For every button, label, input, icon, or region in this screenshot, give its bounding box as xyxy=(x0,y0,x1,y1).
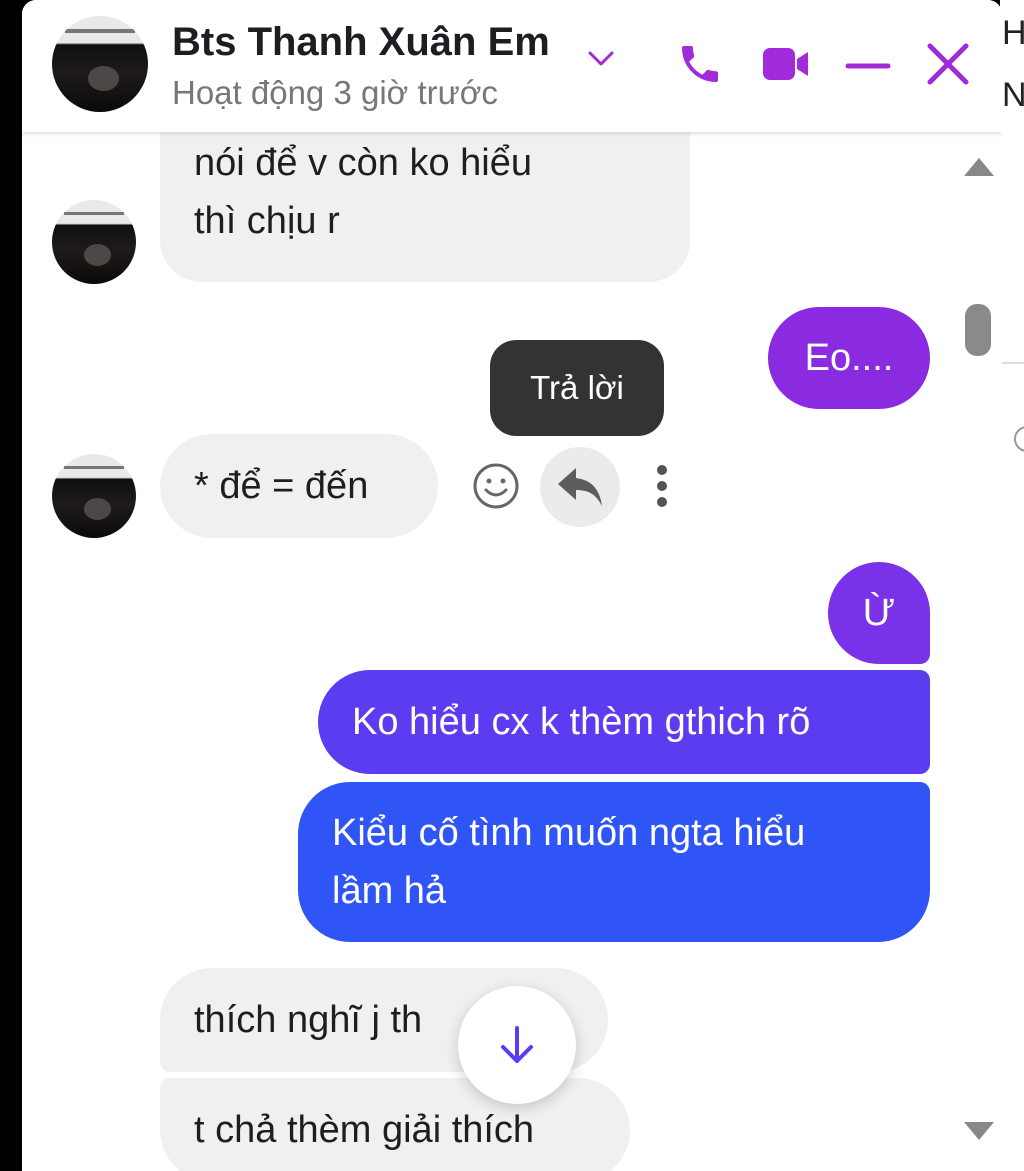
message-text: Ko hiểu cx k thèm gthich rõ xyxy=(352,701,811,743)
avatar[interactable] xyxy=(52,200,136,284)
close-button[interactable] xyxy=(920,36,976,92)
scrollbar-thumb[interactable] xyxy=(965,304,991,356)
close-icon xyxy=(927,43,969,85)
message-text: nói để v còn ko hiểu xyxy=(194,142,533,184)
more-vertical-icon xyxy=(657,465,667,507)
chat-window: Bts Thanh Xuân Em Hoạt động 3 giờ trước xyxy=(22,0,1002,1171)
message-text: lầm hả xyxy=(332,870,447,912)
message-bubble[interactable]: nói để v còn ko hiểu thì chịu r xyxy=(160,122,690,282)
contact-name[interactable]: Bts Thanh Xuân Em xyxy=(172,20,550,65)
scrollbar[interactable] xyxy=(952,132,1002,1171)
chat-header: Bts Thanh Xuân Em Hoạt động 3 giờ trước xyxy=(22,0,1002,132)
minimize-icon xyxy=(845,63,891,69)
message-bubble[interactable]: t chả thèm giải thích xyxy=(160,1078,630,1171)
minimize-button[interactable] xyxy=(840,36,896,92)
reply-tooltip: Trả lời xyxy=(490,340,664,436)
message-list[interactable]: nói để v còn ko hiểu thì chịu r Eo.... T… xyxy=(22,122,952,1171)
message-text: * để = đến xyxy=(194,465,369,507)
video-icon xyxy=(763,48,808,80)
background-text: H xyxy=(1002,14,1024,52)
phone-icon xyxy=(682,46,718,82)
message-bubble[interactable]: Kiểu cố tình muốn ngta hiểu lầm hả xyxy=(298,782,930,942)
message-text: Eo.... xyxy=(804,337,894,379)
message-bubble[interactable]: Ừ xyxy=(828,562,930,664)
background-window: H N xyxy=(1000,0,1024,1171)
message-bubble[interactable]: Eo.... xyxy=(768,307,930,409)
message-bubble[interactable]: * để = đến xyxy=(160,434,438,538)
message-bubble[interactable]: Ko hiểu cx k thèm gthich rõ xyxy=(318,670,930,774)
chevron-down-icon[interactable] xyxy=(587,46,615,70)
message-text: Ừ xyxy=(862,592,896,634)
avatar[interactable] xyxy=(52,454,136,538)
react-button[interactable] xyxy=(468,458,524,514)
reply-icon xyxy=(558,468,602,506)
divider xyxy=(1000,362,1024,364)
avatar[interactable] xyxy=(52,16,148,112)
background-text: N xyxy=(1002,76,1024,114)
arrow-down-icon xyxy=(501,1026,533,1063)
scroll-down-icon[interactable] xyxy=(964,1122,994,1140)
active-status: Hoạt động 3 giờ trước xyxy=(172,74,498,111)
background-icon xyxy=(1014,426,1024,452)
call-button[interactable] xyxy=(672,36,728,92)
scroll-up-icon[interactable] xyxy=(964,158,994,176)
message-text: thì chịu r xyxy=(194,200,340,242)
video-call-button[interactable] xyxy=(758,36,814,92)
more-options-button[interactable] xyxy=(642,458,682,514)
scroll-to-bottom-button[interactable] xyxy=(458,986,576,1104)
message-text: t chả thèm giải thích xyxy=(194,1109,535,1151)
message-text: thích nghĩ j th xyxy=(194,999,423,1041)
reply-button[interactable] xyxy=(540,447,620,527)
smiley-icon xyxy=(473,463,519,509)
message-text: Kiểu cố tình muốn ngta hiểu xyxy=(332,812,806,854)
